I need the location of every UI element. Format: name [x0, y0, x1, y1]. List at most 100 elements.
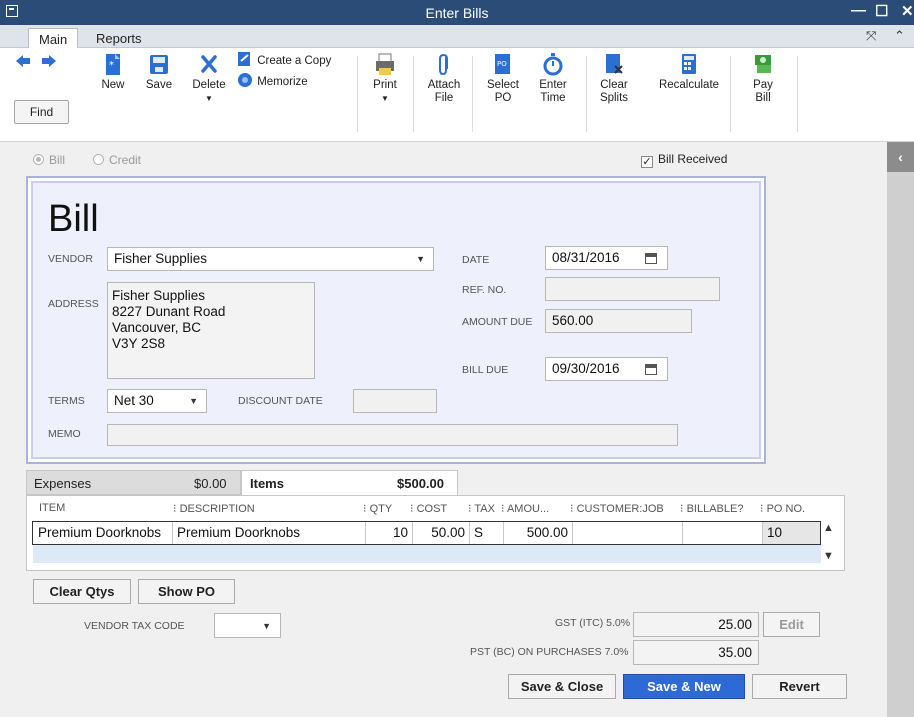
address-line: V3Y 2S8 — [112, 336, 166, 351]
close-icon[interactable]: ✕ — [901, 2, 914, 20]
column-header-tax[interactable]: ⁝ TAX — [468, 502, 495, 515]
column-header-amount[interactable]: ⁝ AMOU... — [501, 502, 549, 515]
toolbar-separator — [472, 56, 473, 132]
clear-splits-button[interactable]: Clear Splits — [597, 53, 631, 105]
create-copy-button[interactable]: Create a Copy — [236, 51, 331, 68]
delete-button[interactable]: Delete ▼ — [189, 53, 229, 105]
vendor-tax-code-field[interactable]: ▼ — [214, 613, 281, 638]
delete-dropdown-icon[interactable]: ▼ — [189, 92, 229, 105]
ref-no-field[interactable] — [545, 277, 720, 301]
memo-field[interactable] — [107, 424, 678, 446]
column-header-qty[interactable]: ⁝ QTY — [363, 502, 392, 515]
clear-splits-label-1: Clear — [600, 79, 628, 91]
column-header-cost[interactable]: ⁝ COST — [410, 502, 447, 515]
gst-label: GST (ITC) 5.0% — [555, 617, 631, 629]
attach-file-button[interactable]: Attach File — [425, 53, 463, 105]
clear-splits-label-2: Splits — [599, 92, 629, 104]
vendor-field[interactable]: Fisher Supplies ▼ — [107, 247, 434, 271]
print-label: Print — [373, 79, 397, 91]
tab-main[interactable]: Main — [28, 28, 79, 48]
select-po-button[interactable]: PO Select PO — [485, 53, 521, 105]
expenses-tab-amount: $0.00 — [194, 476, 227, 491]
pay-bill-icon — [755, 55, 771, 73]
column-header-label: QTY — [369, 503, 393, 515]
printer-icon — [376, 53, 394, 75]
toolbar-separator — [730, 56, 731, 132]
new-button[interactable]: * New — [96, 53, 130, 92]
save-close-button[interactable]: Save & Close — [508, 674, 616, 699]
memorize-button[interactable]: Memorize — [236, 72, 308, 89]
terms-label: TERMS — [48, 395, 85, 407]
bill-radio[interactable]: Bill — [33, 153, 65, 167]
tab-expenses[interactable]: Expenses $0.00 — [26, 470, 241, 495]
delete-x-icon — [201, 55, 217, 73]
items-tab-label: Items — [250, 476, 284, 491]
bill-due-field[interactable]: 09/30/2016 — [545, 357, 668, 381]
amount-due-label: AMOUNT DUE — [462, 316, 533, 328]
credit-radio[interactable]: Credit — [93, 153, 141, 167]
panel-toggle-icon[interactable]: ‹ — [887, 142, 914, 172]
bill-radio-label: Bill — [49, 153, 66, 167]
svg-text:*: * — [109, 60, 114, 71]
print-dropdown-icon[interactable]: ▼ — [368, 92, 402, 105]
discount-date-field[interactable] — [353, 389, 437, 413]
pst-field[interactable]: 35.00 — [633, 640, 759, 665]
gst-field[interactable]: 25.00 — [633, 612, 759, 637]
address-line: Fisher Supplies — [112, 288, 206, 303]
terms-dropdown-icon[interactable]: ▼ — [189, 396, 198, 406]
scroll-up-icon[interactable]: ▲ — [823, 522, 834, 534]
find-button[interactable]: Find — [14, 100, 69, 124]
date-field[interactable]: 08/31/2016 — [545, 246, 668, 270]
calendar-icon[interactable] — [645, 364, 657, 375]
revert-button[interactable]: Revert — [752, 674, 847, 699]
attach-label-2: File — [434, 92, 454, 104]
items-grid: ITEM ⁝ DESCRIPTION ⁝ QTY ⁝ COST ⁝ TAX ⁝ … — [26, 495, 845, 571]
edit-tax-button[interactable]: Edit — [763, 612, 820, 637]
terms-field[interactable]: Net 30 ▼ — [107, 389, 207, 413]
column-header-billable[interactable]: ⁝ BILLABLE? — [680, 502, 743, 515]
select-po-label-2: PO — [494, 92, 512, 104]
vendor-dropdown-icon[interactable]: ▼ — [416, 254, 425, 264]
amount-due-field[interactable]: 560.00 — [545, 309, 692, 333]
new-label: New — [101, 79, 125, 91]
vendor-tax-code-label: VENDOR TAX CODE — [84, 620, 185, 632]
column-header-customer-job[interactable]: ⁝ CUSTOMER:JOB — [570, 502, 664, 515]
column-header-description[interactable]: ⁝ DESCRIPTION — [173, 502, 255, 515]
window-title: Enter Bills — [425, 5, 489, 21]
minimize-icon[interactable]: — — [851, 2, 866, 19]
calendar-icon[interactable] — [645, 253, 657, 264]
show-po-button[interactable]: Show PO — [138, 579, 235, 604]
expand-icon[interactable]: ⤧ — [866, 28, 876, 44]
enter-time-button[interactable]: Enter Time — [536, 53, 570, 105]
radio-dot-icon — [93, 154, 104, 165]
column-header-label: BILLABLE? — [686, 503, 744, 515]
address-line: 8227 Dunant Road — [112, 304, 226, 319]
address-field[interactable]: Fisher Supplies 8227 Dunant Road Vancouv… — [107, 282, 315, 379]
title-bar: Enter Bills — ☐ ✕ — [0, 0, 914, 25]
toolbar-separator — [797, 56, 798, 132]
save-button[interactable]: Save — [140, 53, 178, 92]
clear-qtys-button[interactable]: Clear Qtys — [33, 579, 131, 604]
delete-label: Delete — [192, 79, 226, 91]
column-header-label: PO NO. — [766, 503, 806, 515]
table-row[interactable] — [33, 545, 821, 563]
detail-tabs: Expenses $0.00 Items $500.00 — [26, 470, 458, 495]
recalculate-button[interactable]: Recalculate — [654, 53, 724, 92]
tab-items[interactable]: Items $500.00 — [241, 470, 458, 495]
maximize-icon[interactable]: ☐ — [875, 2, 888, 20]
collapse-ribbon-icon[interactable]: ⌃ — [894, 28, 905, 44]
save-label: Save — [145, 79, 173, 91]
scroll-down-icon[interactable]: ▼ — [823, 550, 834, 562]
bill-received-checkbox[interactable]: ✓ Bill Received — [641, 152, 727, 168]
tab-reports[interactable]: Reports — [86, 28, 152, 48]
copy-icon — [238, 52, 250, 66]
tax-code-dropdown-icon[interactable]: ▼ — [262, 621, 271, 631]
column-header-item[interactable]: ITEM — [39, 502, 65, 514]
print-button[interactable]: Print ▼ — [368, 53, 402, 105]
column-header-label: AMOU... — [506, 503, 550, 515]
save-new-button[interactable]: Save & New — [623, 674, 745, 699]
prev-next-arrows[interactable] — [14, 54, 58, 72]
pay-bill-button[interactable]: Pay Bill — [748, 53, 778, 105]
column-header-po-no[interactable]: ⁝ PO NO. — [760, 502, 805, 515]
bill-form: Bill VENDOR Fisher Supplies ▼ ADDRESS Fi… — [26, 176, 766, 464]
